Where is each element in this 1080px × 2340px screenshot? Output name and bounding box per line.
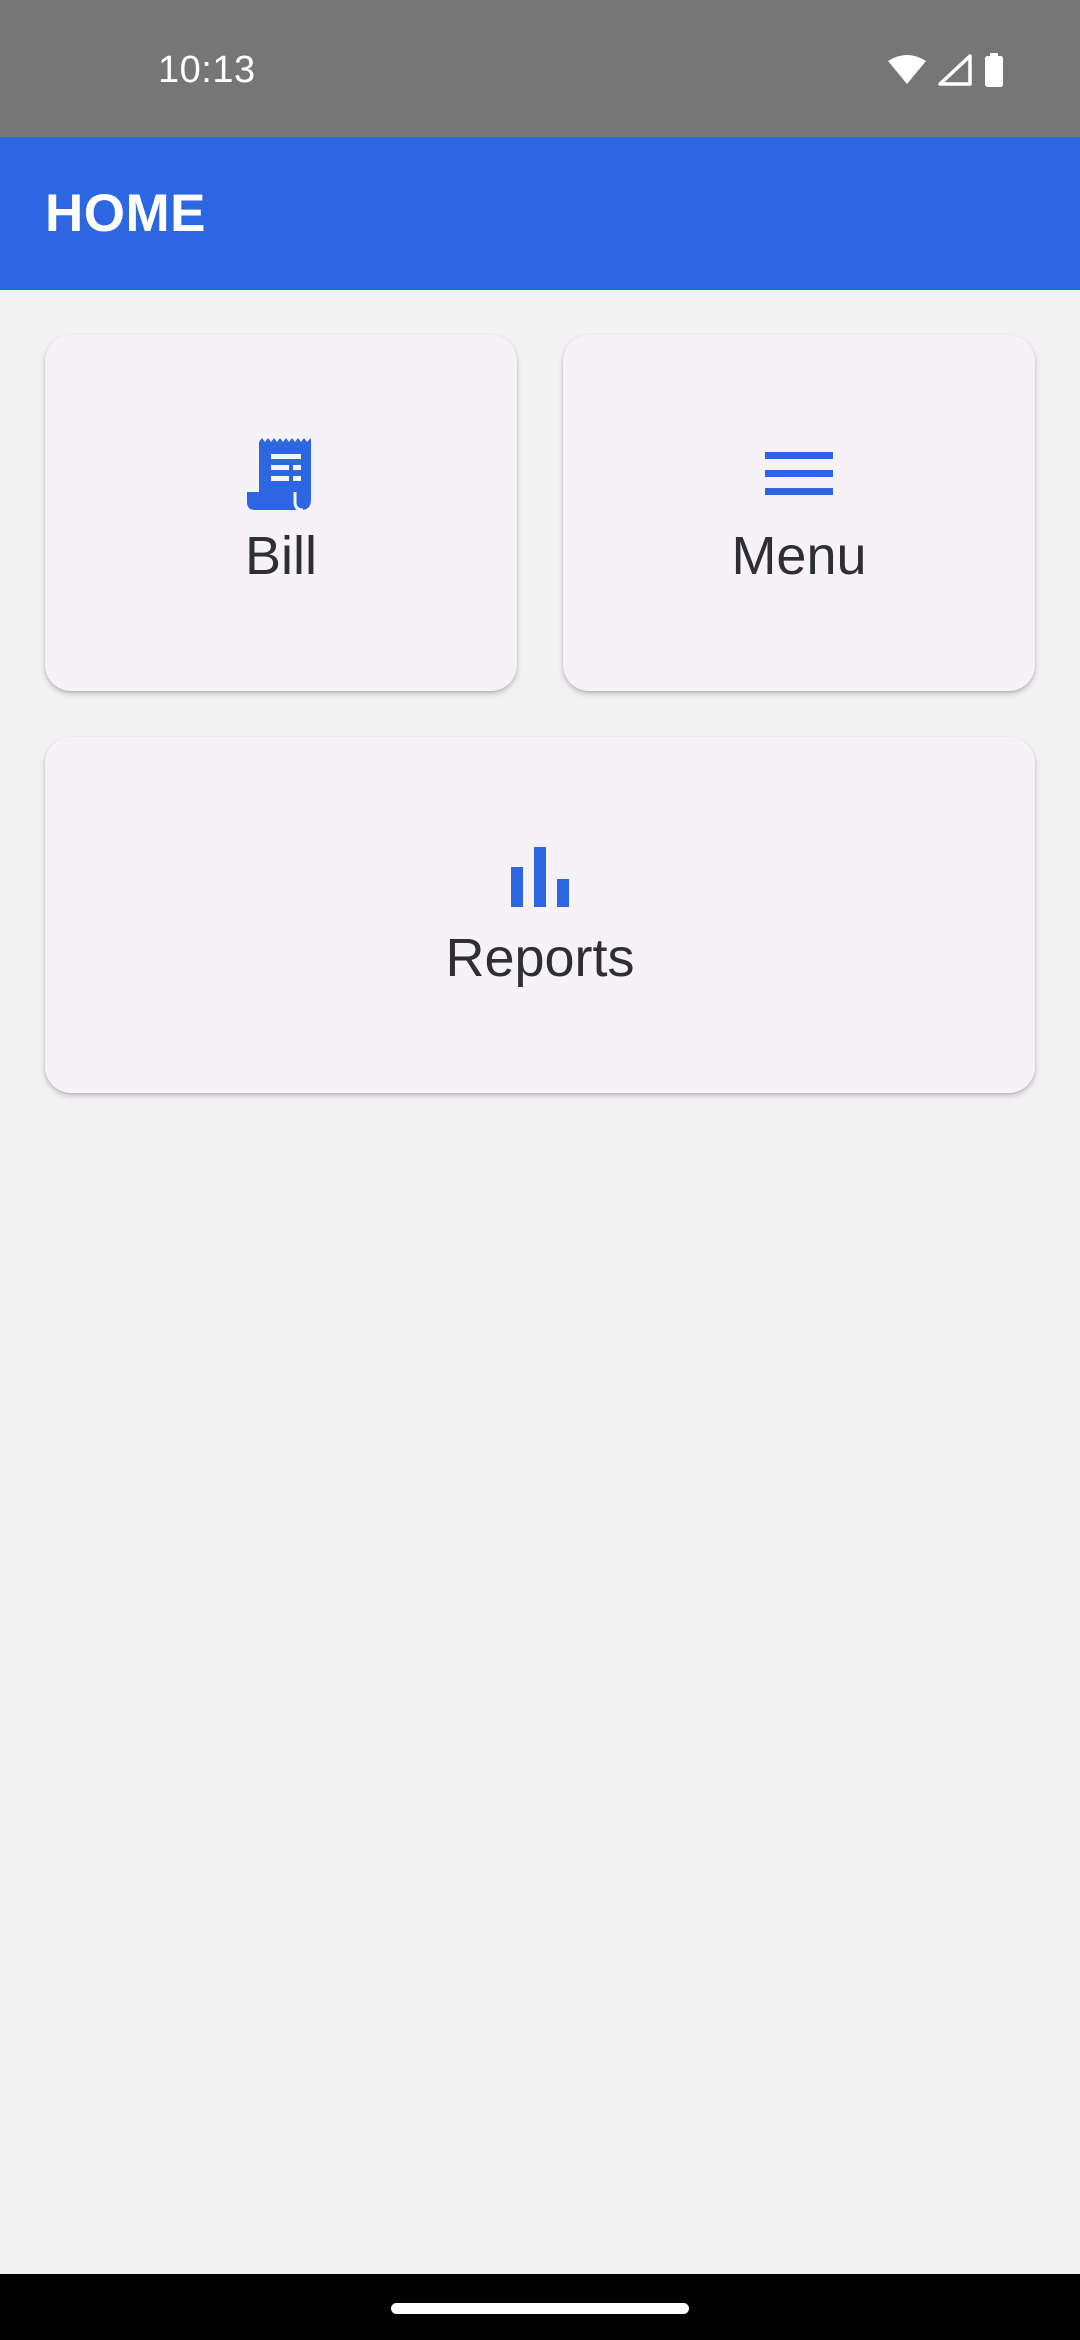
receipt-icon bbox=[245, 438, 317, 512]
bar-chart-icon bbox=[504, 840, 576, 912]
home-indicator[interactable] bbox=[391, 2303, 689, 2314]
status-bar: 10:13 bbox=[0, 0, 1080, 137]
menu-card[interactable]: Menu bbox=[563, 335, 1035, 691]
status-time: 10:13 bbox=[158, 49, 256, 91]
reports-label: Reports bbox=[445, 928, 635, 988]
cellular-signal-icon bbox=[938, 54, 972, 86]
page-title: HOME bbox=[45, 184, 206, 243]
bill-label: Bill bbox=[244, 526, 317, 586]
battery-icon bbox=[985, 53, 1003, 87]
menu-lines-icon bbox=[763, 438, 835, 510]
wifi-icon bbox=[888, 55, 926, 84]
menu-label: Menu bbox=[731, 526, 867, 586]
status-icons bbox=[888, 52, 1004, 88]
navigation-bar bbox=[0, 2274, 1080, 2340]
reports-card[interactable]: Reports bbox=[45, 737, 1035, 1093]
app-bar: HOME bbox=[0, 137, 1080, 290]
home-screen: 10:13 HOME Bill Menu Reports bbox=[0, 0, 1080, 2340]
bill-card[interactable]: Bill bbox=[45, 335, 517, 691]
